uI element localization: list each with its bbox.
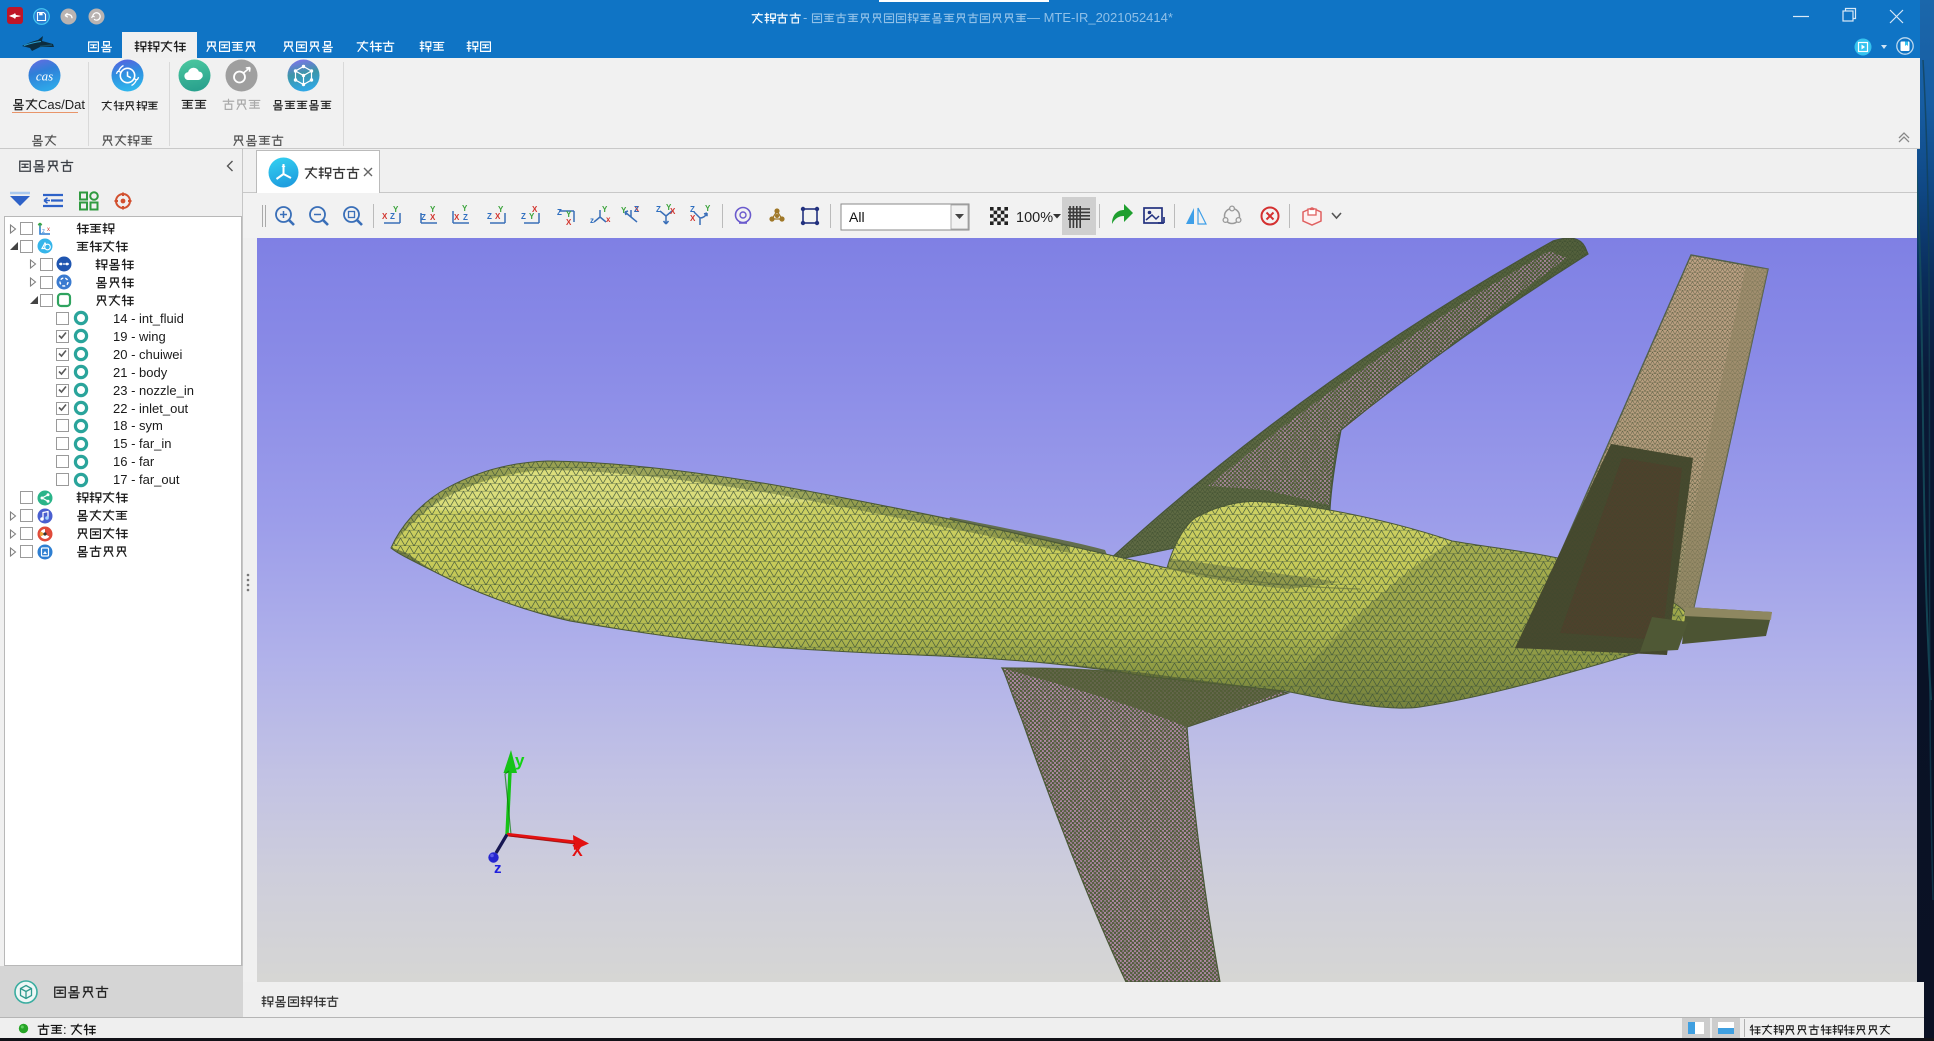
svg-text:Y: Y — [705, 204, 711, 213]
svg-text:z: z — [42, 229, 45, 235]
svg-text:Z: Z — [463, 213, 468, 222]
svg-text:Y: Y — [462, 204, 468, 213]
svg-text:100%: 100% — [1016, 210, 1053, 226]
svg-text:Z: Z — [634, 205, 639, 214]
svg-text:cas: cas — [36, 69, 53, 84]
svg-text:X: X — [382, 212, 388, 221]
svg-text:Y: Y — [621, 206, 627, 215]
svg-text:All: All — [849, 209, 865, 225]
svg-text:x: x — [606, 215, 611, 224]
svg-text:X: X — [495, 212, 501, 221]
svg-text:Y: Y — [529, 212, 535, 221]
svg-text:Y: Y — [602, 205, 608, 214]
svg-text:z: z — [590, 216, 594, 225]
svg-text:y: y — [515, 751, 525, 770]
svg-text:X: X — [690, 214, 696, 223]
svg-text:Z: Z — [690, 205, 695, 214]
svg-text:Z: Z — [487, 212, 492, 221]
svg-text:Z: Z — [656, 205, 661, 214]
svg-text:Z: Z — [557, 208, 562, 217]
svg-text:z: z — [494, 860, 502, 877]
svg-text:X: X — [670, 207, 676, 216]
svg-text:Z: Z — [421, 213, 426, 222]
svg-text:X: X — [566, 218, 572, 227]
svg-text:X: X — [572, 843, 583, 860]
svg-text:X: X — [430, 213, 436, 222]
svg-text:Z: Z — [521, 212, 526, 221]
svg-text:x: x — [47, 227, 50, 233]
svg-text:Z: Z — [390, 212, 395, 221]
svg-text:X: X — [454, 213, 460, 222]
